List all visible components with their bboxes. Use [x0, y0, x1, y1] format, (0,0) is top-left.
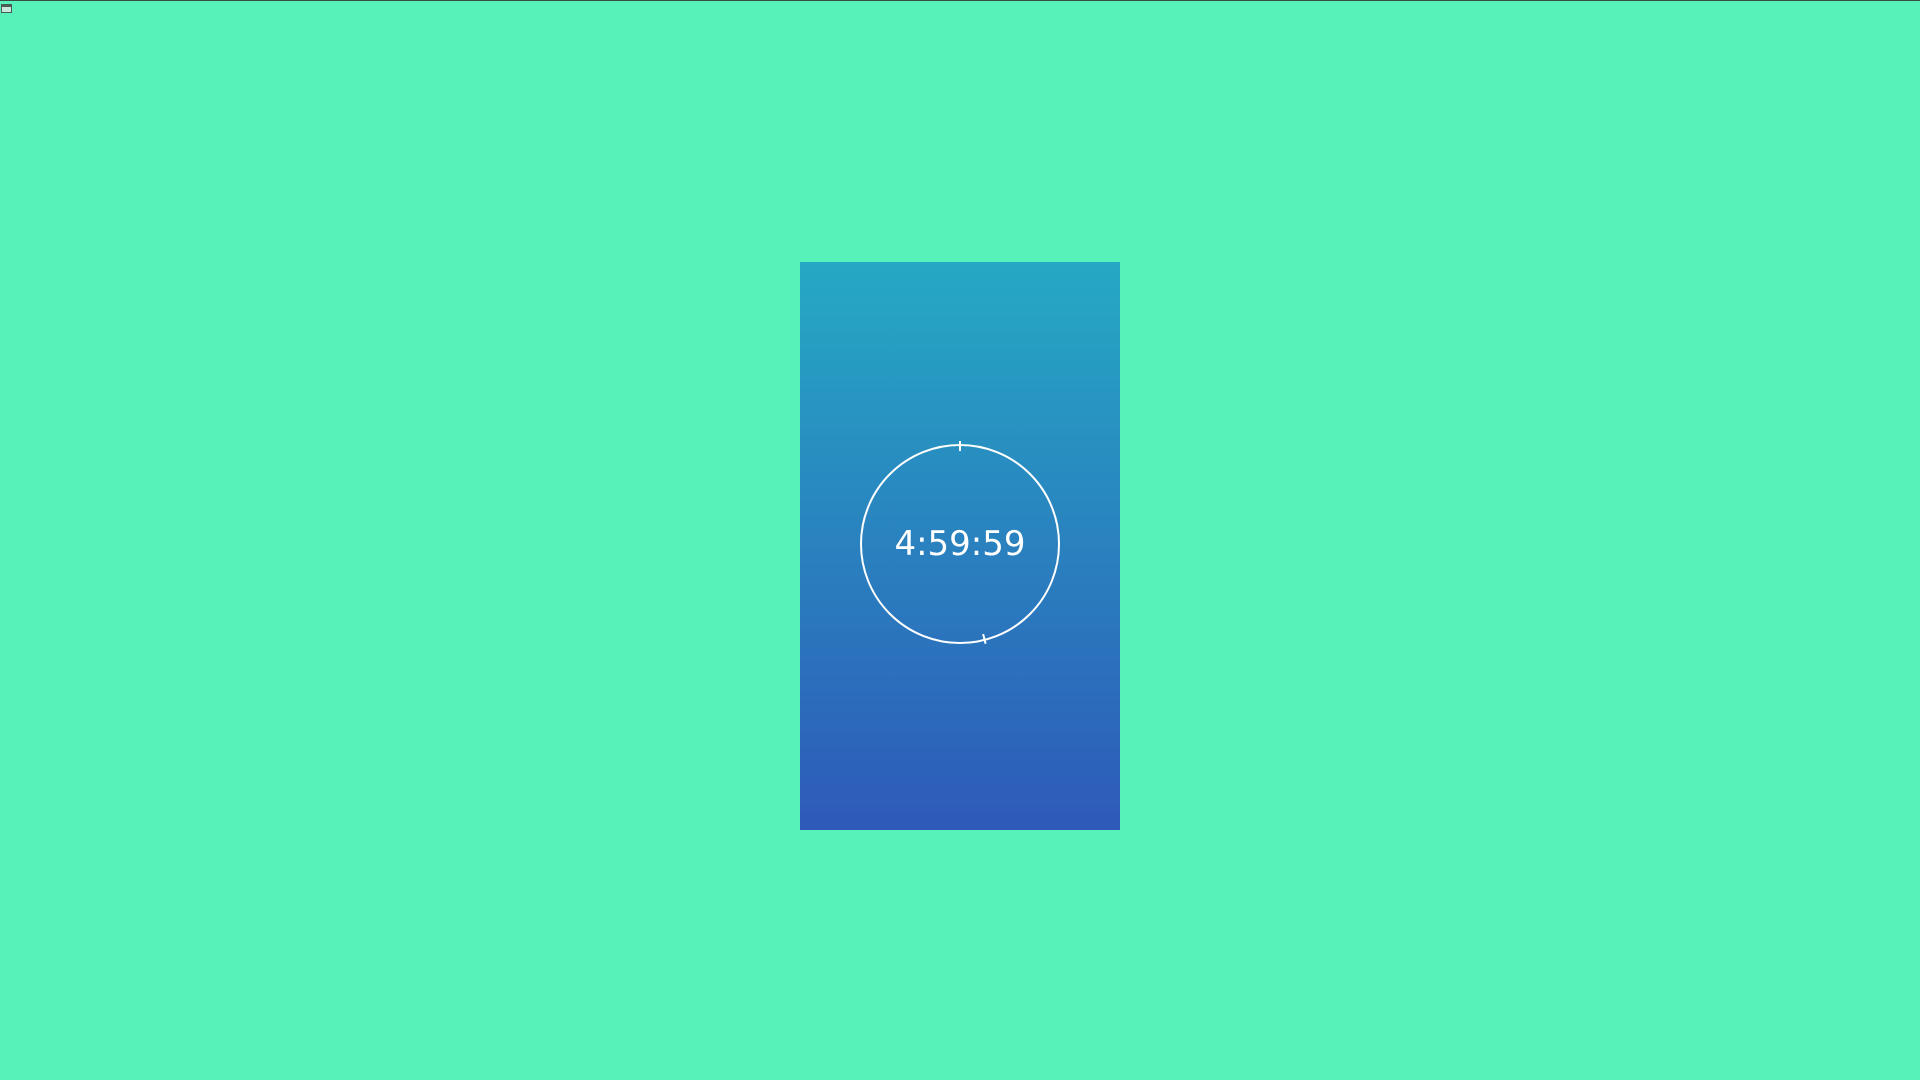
- page-background: 4:59:59: [0, 0, 1920, 1080]
- timer-card: 4:59:59: [800, 262, 1120, 830]
- timer-display: 4:59:59: [894, 524, 1026, 564]
- window-icon[interactable]: [1, 4, 12, 13]
- countdown-timer[interactable]: 4:59:59: [857, 441, 1063, 647]
